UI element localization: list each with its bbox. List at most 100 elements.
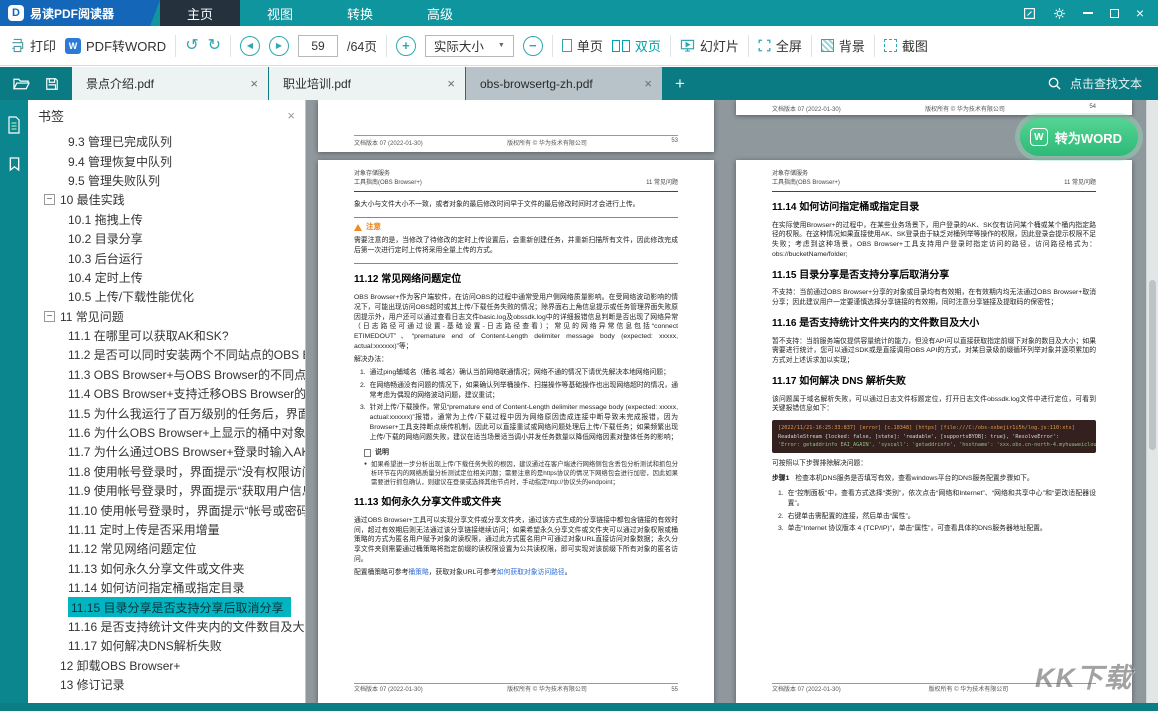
bookmark-item-label: 11.14 如何访问指定桶或指定目录 [68, 579, 244, 596]
menu-tab-advanced[interactable]: 高级 [400, 0, 480, 26]
collapse-icon[interactable]: − [44, 194, 55, 205]
paragraph: OBS Browser+作为客户端软件，在访问OBS的过程中通常受用户侧网络质量… [354, 293, 678, 352]
zoom-out-button[interactable]: − [523, 36, 543, 56]
close-tab-icon[interactable]: × [644, 76, 652, 91]
previous-page-button[interactable]: ◀ [240, 36, 260, 56]
pdf-to-word-button[interactable]: W PDF转WORD [65, 36, 166, 55]
search-bar[interactable]: 点击查找文本 [1047, 67, 1158, 100]
bookmark-item[interactable]: 11.2 是否可以同时安装两个不同站点的OBS Browser+ [28, 345, 305, 364]
zoom-in-button[interactable]: + [396, 36, 416, 56]
close-tab-icon[interactable]: × [447, 76, 455, 91]
bookmark-item[interactable]: −11 常见问题 [28, 307, 305, 326]
chapter-title: 11 常见问题 [646, 179, 678, 188]
edit-note-icon[interactable] [1023, 7, 1036, 20]
log-line: [2022/11/21-16:25:33:837] [error] [c.103… [778, 424, 1090, 432]
bookmark-item[interactable]: 11.14 如何访问指定桶或指定目录 [28, 578, 305, 597]
save-icon[interactable] [45, 77, 59, 91]
slideshow-button[interactable]: 幻灯片 [680, 36, 739, 55]
bookmarks-panel-icon[interactable] [8, 156, 21, 172]
vertical-scrollbar[interactable] [1146, 100, 1158, 703]
bookmark-item[interactable]: 11.17 如何解决DNS解析失败 [28, 636, 305, 655]
word-icon: W [65, 38, 81, 54]
list-text: 在“控制面板”中，查看方式选择“类别”，依次点击“网络和Internet”、“网… [788, 489, 1096, 509]
double-page-button[interactable]: 双页 [612, 36, 661, 55]
pdf-to-word-label: PDF转WORD [86, 36, 166, 55]
redo-icon[interactable]: ↻ [208, 38, 221, 54]
fullscreen-button[interactable]: 全屏 [758, 36, 802, 55]
next-page-button[interactable]: ▶ [269, 36, 289, 56]
bookmark-item[interactable]: 11.12 常见网络问题定位 [28, 539, 305, 558]
bookmark-item[interactable]: 11.6 为什么OBS Browser+上显示的桶中对象个数与实际不一致 [28, 423, 305, 442]
app-logo-icon: D [8, 5, 24, 21]
document-tab[interactable]: 职业培训.pdf × [269, 67, 466, 100]
divider [230, 35, 231, 57]
bookmark-item[interactable]: 12 卸载OBS Browser+ [28, 656, 305, 675]
paragraph: 配置桶策略可参考桶策略，获取对象URL可参考如何获取对象访问路径。 [354, 568, 678, 578]
bookmark-item[interactable]: 11.4 OBS Browser+支持迁移OBS Browser的任务吗 [28, 384, 305, 403]
bookmark-item[interactable]: 11.11 定时上传是否采用增量 [28, 520, 305, 539]
pdf-page-right: 对象存储服务 工具指南(OBS Browser+) 11 常见问题 11.14 … [736, 160, 1132, 703]
list-text: 单击“Internet 协议版本 4 (TCP/IP)”，单击“属性”，可查看具… [788, 524, 1047, 534]
zoom-mode-select[interactable]: 实际大小 ▼ [425, 35, 514, 57]
bookmark-item[interactable]: 10.3 后台运行 [28, 248, 305, 267]
single-page-icon [562, 39, 572, 52]
bookmark-item[interactable]: 11.13 如何永久分享文件或文件夹 [28, 559, 305, 578]
print-button[interactable]: 打印 [10, 36, 56, 55]
single-page-button[interactable]: 单页 [562, 36, 603, 55]
convert-to-word-label: 转为WORD [1055, 128, 1122, 147]
document-tab-active[interactable]: obs-browsertg-zh.pdf × [466, 67, 663, 100]
bookmark-item[interactable]: 11.16 是否支持统计文件夹内的文件数目及大小 [28, 617, 305, 636]
note-text-content: 如果希望进一步分析出现上传/下载任务失败的根因，建议通过在客户端进行网络侧包含丢… [371, 460, 678, 487]
list-text: 右键单击需配置的连接，然后单击“属性”。 [788, 512, 915, 522]
background-button[interactable]: 背景 [821, 36, 865, 55]
bookmark-item[interactable]: 11.7 为什么通过OBS Browser+登录时输入AK、SK后提示失败 [28, 442, 305, 461]
menu-tab-convert[interactable]: 转换 [320, 0, 400, 26]
double-page-label: 双页 [635, 36, 661, 55]
bookmark-item[interactable]: 9.5 管理失败队列 [28, 171, 305, 190]
close-tab-icon[interactable]: × [250, 76, 258, 91]
convert-to-word-button[interactable]: W 转为WORD [1020, 118, 1138, 156]
note-icon [364, 449, 371, 457]
bookmark-item[interactable]: 13 修订记录 [28, 675, 305, 694]
doc-link[interactable]: 桶策略 [408, 569, 428, 576]
undo-icon[interactable]: ↺ [185, 38, 198, 54]
bookmark-item[interactable]: 10.1 拖拽上传 [28, 210, 305, 229]
bookmark-item[interactable]: 11.1 在哪里可以获取AK和SK? [28, 326, 305, 345]
close-button[interactable]: × [1136, 6, 1144, 20]
bookmark-item[interactable]: 9.4 管理恢复中队列 [28, 151, 305, 170]
menu-tab-home[interactable]: 主页 [160, 0, 240, 26]
screenshot-button[interactable]: 截图 [884, 36, 928, 55]
settings-gear-icon[interactable] [1053, 7, 1066, 20]
new-tab-button[interactable]: + [663, 67, 697, 100]
doc-link[interactable]: 如何获取对象访问路径 [497, 569, 565, 576]
menu-tab-view[interactable]: 视图 [240, 0, 320, 26]
file-actions [0, 67, 72, 100]
bookmark-item[interactable]: 11.15 目录分享是否支持分享后取消分享 [28, 597, 305, 616]
close-panel-icon[interactable]: × [287, 108, 295, 123]
open-folder-icon[interactable] [13, 77, 30, 91]
bookmark-item[interactable]: 10.2 目录分享 [28, 229, 305, 248]
bookmark-item[interactable]: 11.5 为什么我运行了百万级别的任务后，界面卡顿 [28, 403, 305, 422]
paragraph: 暂不支持：当前服务端仅提供容量统计的能力，但没有API可以直接获取指定前缀下对象… [772, 337, 1096, 367]
bookmark-item[interactable]: 10.5 上传/下载性能优化 [28, 287, 305, 306]
bookmark-item[interactable]: −10 最佳实践 [28, 190, 305, 209]
bookmark-item[interactable]: 11.3 OBS Browser+与OBS Browser的不同点 [28, 365, 305, 384]
footer-copyright: 版权所有 © 华为技术有限公司 [925, 104, 1005, 113]
collapse-icon[interactable]: − [44, 311, 55, 322]
bookmark-item[interactable]: 11.8 使用帐号登录时，界面提示“没有权限访问” [28, 462, 305, 481]
bookmark-item-label: 11.10 使用帐号登录时，界面提示“帐号或密码错误” [68, 502, 305, 519]
minimize-button[interactable] [1083, 12, 1093, 14]
bookmark-item[interactable]: 11.10 使用帐号登录时，界面提示“帐号或密码错误” [28, 500, 305, 519]
page-number-input[interactable] [298, 35, 338, 57]
document-view[interactable]: 文档版本 07 (2022-01-30) 版权所有 © 华为技术有限公司 53 … [306, 100, 1146, 703]
maximize-button[interactable] [1110, 9, 1119, 18]
thumbnails-panel-icon[interactable] [6, 116, 22, 134]
search-label: 点击查找文本 [1070, 75, 1142, 92]
app-title: 易读PDF阅读器 [30, 5, 114, 22]
document-tab[interactable]: 景点介绍.pdf × [72, 67, 269, 100]
bookmark-item[interactable]: 9.3 管理已完成队列 [28, 132, 305, 151]
bookmark-item-label: 11.12 常见网络问题定位 [68, 540, 196, 557]
bookmark-item[interactable]: 10.4 定时上传 [28, 268, 305, 287]
scrollbar-thumb[interactable] [1149, 280, 1156, 450]
bookmark-item[interactable]: 11.9 使用帐号登录时，界面提示“获取用户信息失败” [28, 481, 305, 500]
